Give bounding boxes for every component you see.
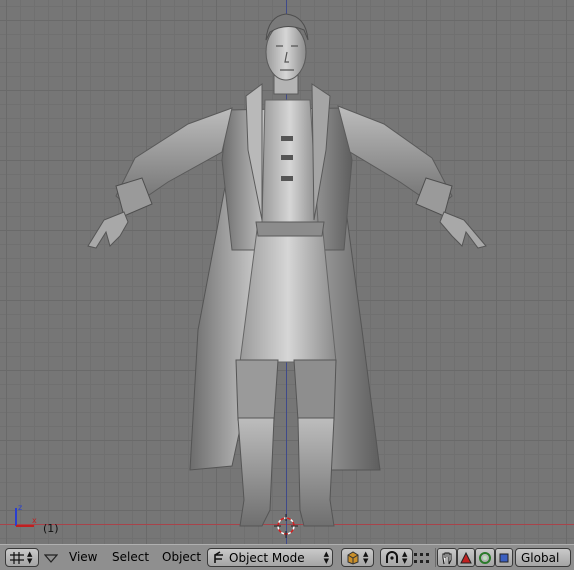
mode-select-label: Object Mode: [229, 550, 305, 565]
manipulator-toggle-button[interactable]: [437, 548, 457, 567]
header-separator: [435, 548, 436, 567]
draw-type-updown-icon: ▲ ▼: [363, 549, 369, 565]
updown-arrows-icon: ▲ ▼: [27, 549, 33, 565]
rotate-manipulator-button[interactable]: [475, 548, 495, 567]
orientation-dropdown[interactable]: Global: [515, 548, 571, 567]
menu-collapse-icon[interactable]: [44, 552, 58, 564]
blender-3d-view: z x (1) ▲ ▼ View Select Object Object Mo…: [0, 0, 574, 570]
3d-viewport[interactable]: z x (1): [0, 0, 574, 544]
select-menu[interactable]: Select: [112, 550, 149, 564]
orientation-label: Global: [521, 550, 560, 565]
object-menu[interactable]: Object: [162, 550, 201, 564]
view-menu[interactable]: View: [69, 550, 97, 564]
axis-gizmo: z x: [15, 503, 37, 527]
mode-updown-icon: ▲ ▼: [323, 549, 329, 565]
object-mode-icon: [214, 550, 223, 563]
align-dots-icon[interactable]: [413, 551, 431, 565]
3d-cursor-icon[interactable]: [274, 514, 298, 538]
mode-select-dropdown[interactable]: Object Mode ▲ ▼: [207, 548, 333, 567]
character-model[interactable]: [0, 0, 574, 544]
triangle-translate-icon: [460, 551, 472, 563]
frame-number-label: (1): [43, 522, 59, 535]
rotate-ring-icon: [479, 551, 491, 564]
translate-manipulator-button[interactable]: [457, 548, 475, 567]
pivot-updown-icon: ▲ ▼: [402, 549, 408, 565]
hand-icon: [442, 552, 452, 564]
scale-square-icon: [499, 553, 509, 562]
editor-type-button[interactable]: ▲ ▼: [5, 548, 39, 567]
gizmo-x-label: x: [32, 516, 37, 525]
shading-cube-icon: [347, 550, 359, 565]
scale-manipulator-button[interactable]: [495, 548, 513, 567]
grid-editor-icon: [10, 551, 24, 564]
gizmo-z-label: z: [18, 503, 22, 512]
3d-view-header: ▲ ▼ View Select Object Object Mode ▲ ▼ ▲ ▼: [0, 544, 574, 570]
pivot-point-icon: [386, 550, 398, 563]
draw-type-dropdown[interactable]: ▲ ▼: [341, 548, 374, 567]
pivot-dropdown[interactable]: ▲ ▼: [380, 548, 413, 567]
